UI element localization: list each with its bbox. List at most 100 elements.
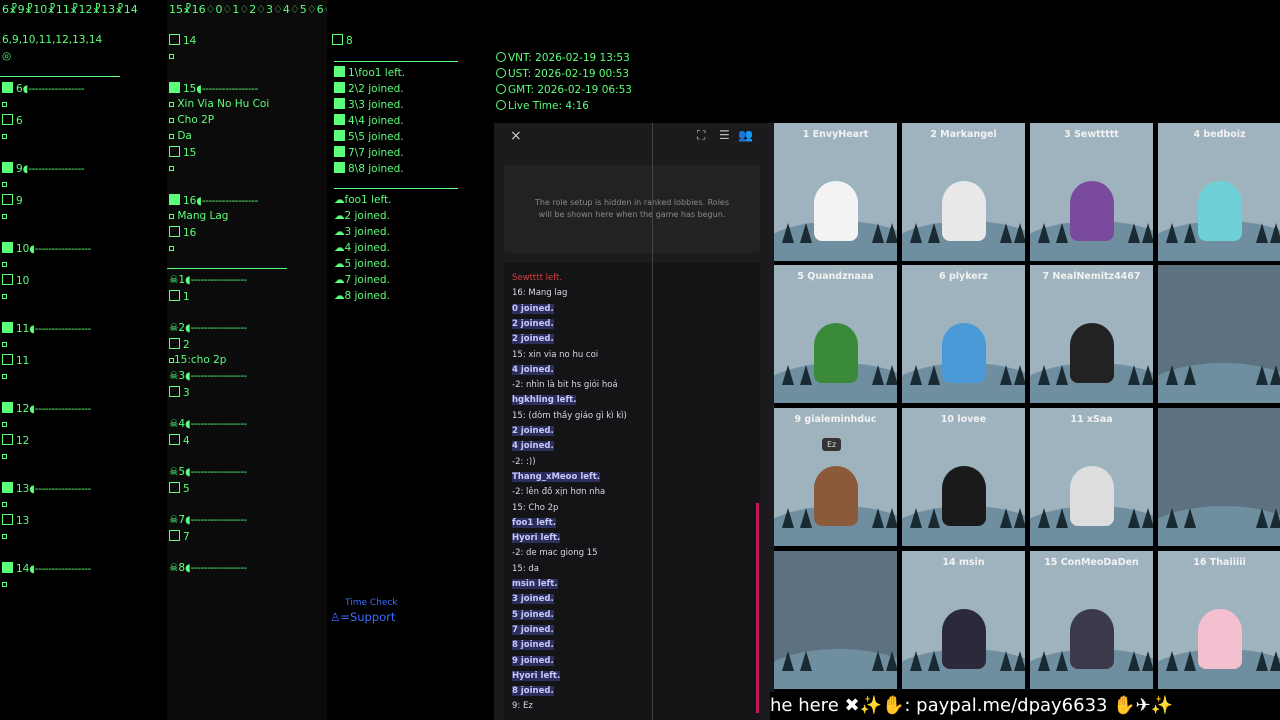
- tree-icon: [1166, 365, 1178, 385]
- player-card[interactable]: 14 msin: [902, 551, 1025, 689]
- tree-icon: [1270, 651, 1280, 671]
- column-1-subheader: 6,9,10,11,12,13,14: [2, 34, 103, 46]
- dot-icon: [2, 290, 7, 302]
- player-name: 7 NealNemitz4467: [1042, 271, 1141, 282]
- close-icon[interactable]: ×: [510, 128, 522, 144]
- player-card[interactable]: 15 ConMeoDaDen: [1030, 551, 1153, 689]
- player-avatar: [942, 609, 986, 669]
- player-avatar: [814, 323, 858, 383]
- item-label: 4: [183, 435, 190, 447]
- player-name: 6 plykerz: [939, 271, 988, 282]
- player-avatar: [814, 466, 858, 526]
- checkbox-icon: [2, 514, 13, 525]
- tree-icon: [1166, 651, 1178, 671]
- clock-line: GMT: 2026-02-19 06:53: [496, 82, 632, 98]
- chat-message: 9: Ez: [512, 701, 533, 712]
- item-label: 10: [16, 275, 30, 287]
- chat-bubble: Ez: [822, 438, 842, 451]
- dot-icon: [2, 178, 7, 190]
- clock-text: Live Time: 4:16: [508, 100, 589, 112]
- tree-icon: [1014, 651, 1025, 671]
- tree-icon: [800, 508, 812, 528]
- chat-message: 15: Cho 2p: [512, 502, 559, 513]
- dead-group-header: ☠8◖-----------------: [169, 562, 247, 574]
- log-text: 4 joined.: [344, 242, 390, 254]
- item-label: 13: [16, 515, 30, 527]
- dead-group-header: ☠3◖-----------------: [169, 370, 247, 382]
- player-card[interactable]: 9 gialeminhduc Ez: [774, 408, 897, 546]
- checkbox-icon: [169, 82, 180, 93]
- log-entry: ☁8 joined.: [334, 290, 390, 302]
- dashes: -----------------: [190, 274, 247, 286]
- checkbox-icon: [169, 146, 180, 157]
- fullscreen-icon[interactable]: ⛶: [697, 128, 705, 143]
- tree-icon: [1128, 223, 1140, 243]
- player-card[interactable]: 6 plykerz: [902, 265, 1025, 403]
- checkbox-icon: [169, 290, 180, 301]
- player-card[interactable]: 5 Quandznaaa: [774, 265, 897, 403]
- list-item: 15:cho 2p: [169, 354, 226, 366]
- player-card[interactable]: 1 EnvyHeart: [774, 123, 897, 261]
- player-card[interactable]: 11 xSaa: [1030, 408, 1153, 546]
- role-setup-notice: The role setup is hidden in ranked lobbi…: [504, 165, 760, 253]
- log-entry: 3\3 joined.: [334, 98, 404, 111]
- tree-icon: [1056, 223, 1068, 243]
- chat-scrollbar[interactable]: [756, 503, 759, 713]
- checkbox-icon: [169, 226, 180, 237]
- player-card[interactable]: [774, 551, 897, 689]
- dashes: -----------------: [28, 83, 85, 95]
- group-number: 14: [16, 563, 30, 575]
- tree-icon: [1128, 365, 1140, 385]
- log-text: 1\foo1 left.: [348, 67, 406, 79]
- chat-message: Hyori left.: [512, 670, 561, 681]
- list-item: Xin Via No Hu Coi: [169, 98, 269, 110]
- player-card[interactable]: 7 NealNemitz4467: [1030, 265, 1153, 403]
- chat-message: 15: (dòm thầy giáo gì kì kì): [512, 410, 627, 421]
- clock-icon: [496, 84, 506, 94]
- chat-message: 8 joined.: [512, 640, 554, 651]
- tree-icon: [1256, 651, 1268, 671]
- tree-icon: [1014, 508, 1025, 528]
- player-card[interactable]: [1158, 265, 1280, 403]
- player-name: 9 gialeminhduc: [794, 414, 877, 425]
- player-card[interactable]: 10 lovee: [902, 408, 1025, 546]
- player-card[interactable]: 2 Markangel: [902, 123, 1025, 261]
- ghost-icon: ☁: [334, 242, 345, 254]
- tree-icon: [886, 365, 897, 385]
- chat-message: 3 joined.: [512, 594, 554, 605]
- group-number: 15: [183, 83, 197, 95]
- clock-panel: VNT: 2026-02-19 13:53 UST: 2026-02-19 00…: [496, 50, 632, 114]
- tree-icon: [1270, 223, 1280, 243]
- tree-icon: [782, 223, 794, 243]
- chat-message: Hyori left.: [512, 533, 561, 544]
- players-icon[interactable]: 👥: [738, 128, 753, 142]
- player-card[interactable]: 4 bedboiz: [1158, 123, 1280, 261]
- chat-log[interactable]: Sewtttt left. 16: Mang lag 0 joined. 2 join…: [504, 263, 760, 720]
- checkbox-icon: [2, 82, 13, 93]
- player-card[interactable]: [1158, 408, 1280, 546]
- player-card[interactable]: 16 Thaiiiii: [1158, 551, 1280, 689]
- item-label: 3: [183, 387, 190, 399]
- list-item: 7: [169, 530, 190, 543]
- menu-icon[interactable]: ☰: [719, 128, 730, 142]
- group-number: 11: [16, 323, 30, 335]
- chat-message: -2: de mac giong 15: [512, 548, 598, 559]
- message-text: Mang Lag: [177, 210, 229, 222]
- player-avatar: [1198, 609, 1242, 669]
- ghost-icon: ☁: [334, 290, 345, 302]
- message-text: Da: [177, 130, 192, 142]
- dead-group-header: ☠1◖-----------------: [169, 274, 247, 286]
- checkbox-icon: [2, 322, 13, 333]
- skull-icon: ☠: [169, 562, 179, 574]
- player-card[interactable]: 3 Sewttttt: [1030, 123, 1153, 261]
- tree-icon: [800, 223, 812, 243]
- tree-icon: [928, 365, 940, 385]
- dead-group-header: ☠5◖-----------------: [169, 466, 247, 478]
- tree-icon: [1166, 223, 1178, 243]
- tree-icon: [928, 508, 940, 528]
- list-item: 6: [2, 114, 23, 127]
- group-number: 10: [16, 243, 30, 255]
- tree-icon: [1184, 223, 1196, 243]
- chat-message: msin left.: [512, 579, 558, 589]
- checkbox-icon: [169, 338, 180, 349]
